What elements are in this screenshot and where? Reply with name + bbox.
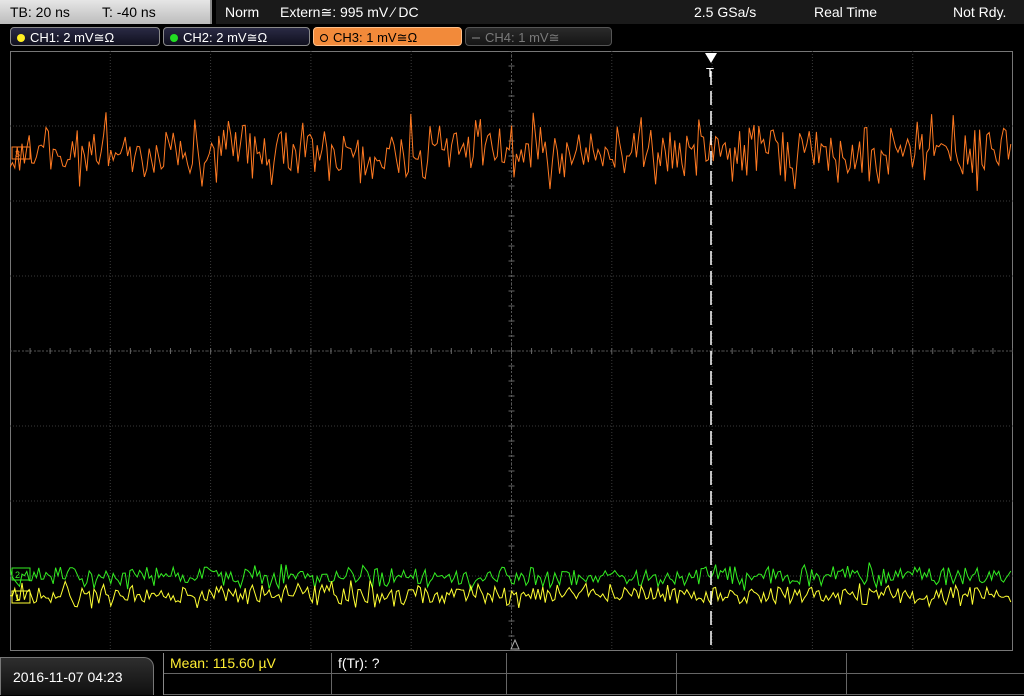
trigger-marker-label: T: [706, 65, 714, 80]
channel-bar: CH1: 2 mV≅Ω CH2: 2 mV≅Ω CH3: 1 mV≅Ω CH4:…: [0, 24, 1024, 50]
channel-3-tab[interactable]: CH3: 1 mV≅Ω: [313, 27, 462, 46]
trigger-time-label: T: -40 ns: [102, 4, 156, 20]
acquisition-status: Not Rdy.: [953, 4, 1007, 20]
channel-2-label: CH2: 2 mV≅Ω: [183, 30, 268, 45]
channel-3-indicator-icon: [320, 34, 328, 42]
channel-2-tab[interactable]: CH2: 2 mV≅Ω: [163, 27, 310, 46]
channel-3-trace: [10, 112, 1012, 191]
acquisition-mode[interactable]: Real Time: [814, 0, 877, 24]
graticule: [10, 51, 1013, 651]
measurement-slot-3[interactable]: [507, 653, 677, 674]
channel-1-tab[interactable]: CH1: 2 mV≅Ω: [10, 27, 160, 46]
measurement-mean[interactable]: Mean: 115.60 µV: [164, 653, 332, 674]
center-reference-icon: [510, 638, 520, 650]
datetime-display: 2016-11-07 04:23: [0, 657, 154, 695]
measurement-slot-8[interactable]: [507, 674, 677, 695]
trigger-mode[interactable]: Norm: [225, 0, 259, 24]
sample-rate[interactable]: 2.5 GSa/s: [694, 0, 756, 24]
timebase-panel[interactable]: TB: 20 ns T: -40 ns: [0, 0, 212, 24]
measurement-slot-7[interactable]: [332, 674, 507, 695]
trigger-arrow-icon[interactable]: [705, 53, 717, 63]
channel-2-indicator-icon: [170, 34, 178, 42]
channel-4-tab[interactable]: CH4: 1 mV≅: [465, 27, 612, 46]
measurement-slot-6[interactable]: [164, 674, 332, 695]
top-status-bar: TB: 20 ns T: -40 ns Norm Extern≅: 995 mV…: [0, 0, 1024, 25]
trigger-source[interactable]: Extern≅: 995 mV ∕ DC: [280, 0, 419, 24]
channel-4-label: CH4: 1 mV≅: [485, 30, 560, 45]
timebase-label: TB: 20 ns: [10, 4, 70, 20]
measurement-slot-5[interactable]: [847, 653, 1024, 674]
channel-1-trace: [10, 580, 1012, 609]
measurement-trigger-frequency[interactable]: f(Tr): ?: [332, 653, 507, 674]
channel-1-label: CH1: 2 mV≅Ω: [30, 30, 115, 45]
channel-1-indicator-icon: [17, 34, 25, 42]
channel-4-indicator-icon: [472, 37, 480, 39]
waveform-plot: 3 2 1 T: [10, 51, 1013, 651]
measurement-slot-9[interactable]: [677, 674, 847, 695]
channel-3-label: CH3: 1 mV≅Ω: [333, 30, 418, 45]
measurement-panel[interactable]: Mean: 115.60 µV f(Tr): ?: [163, 653, 1024, 695]
svg-text:2: 2: [15, 570, 20, 580]
measurement-slot-4[interactable]: [677, 653, 847, 674]
measurement-slot-10[interactable]: [847, 674, 1024, 695]
